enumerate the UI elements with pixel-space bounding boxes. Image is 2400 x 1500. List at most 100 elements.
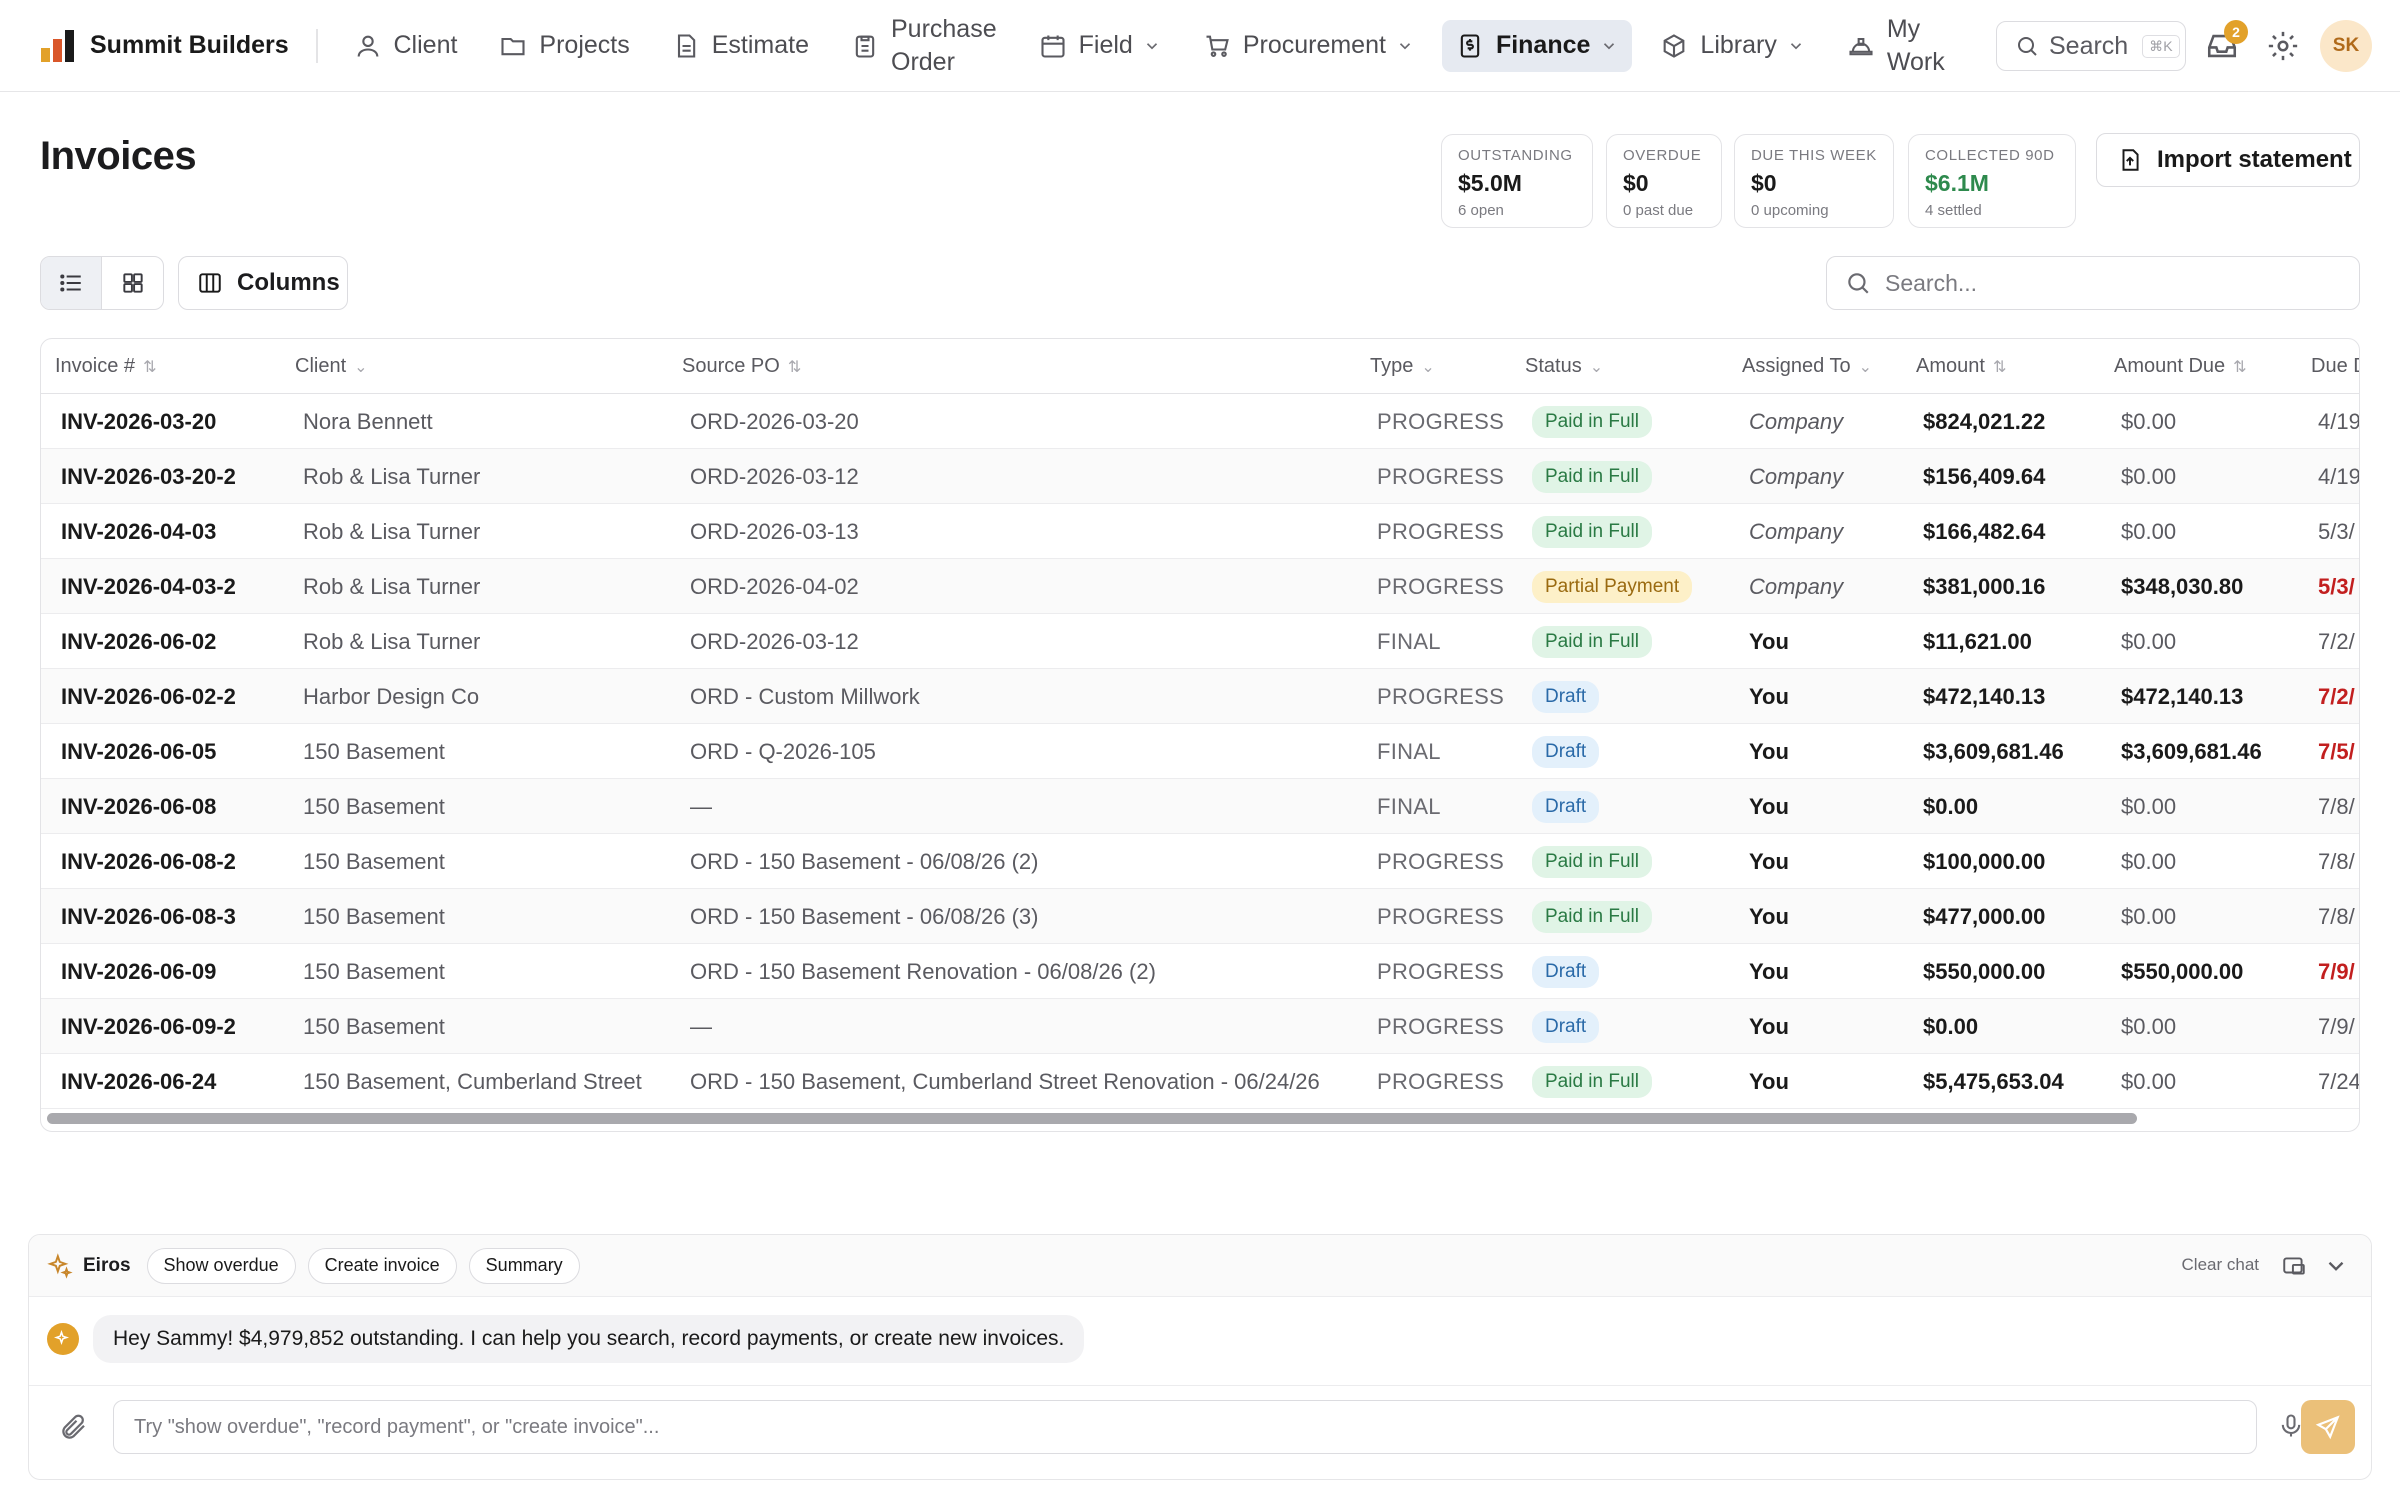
invoice-number[interactable]: INV-2026-06-02	[61, 614, 216, 669]
col-amount-due[interactable]: Amount Due ⇅	[2114, 339, 2247, 394]
amount: $11,621.00	[1923, 628, 2032, 654]
nav-client[interactable]: Client	[340, 20, 472, 72]
invoice-number[interactable]: INV-2026-06-02-2	[61, 669, 236, 724]
chevron-down-icon[interactable]	[2323, 1253, 2349, 1279]
user-avatar[interactable]: SK	[2320, 20, 2372, 72]
import-statement-label: Import statement	[2157, 146, 2352, 173]
table-row[interactable]: INV-2026-03-20 Nora Bennett ORD-2026-03-20…	[41, 394, 2359, 449]
col-source-po[interactable]: Source PO ⇅	[682, 339, 801, 394]
stat-sub: 0 past due	[1623, 202, 1694, 219]
chat-input-bar	[29, 1385, 2371, 1479]
stat-outstanding[interactable]: OUTSTANDING $5.0M 6 open	[1441, 134, 1593, 228]
invoice-number[interactable]: INV-2026-03-20	[61, 394, 216, 449]
nav-estimate[interactable]: Estimate	[658, 20, 823, 72]
amount: $0.00	[1923, 1013, 1979, 1039]
paperclip-icon[interactable]	[59, 1412, 89, 1442]
table-row[interactable]: INV-2026-06-24 150 Basement, Cumberland S…	[41, 1054, 2359, 1109]
nav-my-work[interactable]: My Work	[1833, 15, 1959, 76]
status-badge: Draft	[1532, 735, 1600, 768]
table-row[interactable]: INV-2026-06-02 Rob & Lisa Turner ORD-2026-…	[41, 614, 2359, 669]
col-type[interactable]: Type ⌄	[1370, 339, 1435, 394]
nav-purchase-order[interactable]: Purchase Order	[837, 15, 1011, 76]
col-status[interactable]: Status ⌄	[1525, 339, 1603, 394]
stat-sub: 4 settled	[1925, 202, 1982, 219]
nav-field[interactable]: Field	[1025, 20, 1175, 72]
source-po: ORD-2026-03-13	[690, 518, 859, 544]
table-row[interactable]: INV-2026-06-08-2 150 Basement ORD - 150 Ba…	[41, 834, 2359, 889]
grid-view-button[interactable]	[102, 257, 163, 309]
invoice-type: PROGRESS	[1377, 408, 1505, 434]
amount-due: $0.00	[2121, 848, 2177, 874]
source-po: ORD-2026-03-12	[690, 463, 859, 489]
source-po: ORD-2026-03-20	[690, 408, 859, 434]
columns-button[interactable]: Columns	[178, 256, 348, 310]
sparkle-icon	[47, 1252, 73, 1279]
table-row[interactable]: INV-2026-04-03-2 Rob & Lisa Turner ORD-202…	[41, 559, 2359, 614]
invoice-number[interactable]: INV-2026-06-08	[61, 779, 216, 834]
nav-purchase-order-label: Purchase Order	[891, 13, 997, 79]
list-icon	[60, 274, 81, 292]
chip-summary[interactable]: Summary	[468, 1247, 580, 1284]
stat-collected-90d[interactable]: COLLECTED 90D $6.1M 4 settled	[1908, 134, 2076, 228]
brand[interactable]: Summit Builders	[40, 29, 316, 62]
import-statement-button[interactable]: Import statement	[2096, 133, 2360, 187]
invoice-number[interactable]: INV-2026-06-24	[61, 1054, 216, 1109]
columns-label: Columns	[237, 269, 340, 296]
chat-input[interactable]	[113, 1400, 2257, 1454]
invoice-number[interactable]: INV-2026-06-09	[61, 944, 216, 999]
search-icon	[1848, 273, 1869, 294]
global-search-button[interactable]: Search ⌘K	[1996, 21, 2186, 71]
col-invoice-number[interactable]: Invoice # ⇅	[55, 339, 156, 394]
table-search-input[interactable]	[1885, 269, 2345, 297]
col-amount[interactable]: Amount ⇅	[1916, 339, 2006, 394]
nav-library[interactable]: Library	[1646, 20, 1818, 72]
table-row[interactable]: INV-2026-06-08-3 150 Basement ORD - 150 Ba…	[41, 889, 2359, 944]
popout-icon[interactable]	[2281, 1253, 2307, 1279]
amount-due: $0.00	[2121, 408, 2177, 434]
stat-overdue[interactable]: OVERDUE $0 0 past due	[1606, 134, 1722, 228]
clear-chat-button[interactable]: Clear chat	[2182, 1255, 2259, 1275]
invoice-number[interactable]: INV-2026-04-03	[61, 504, 216, 559]
nav-projects[interactable]: Projects	[485, 20, 643, 72]
table-row[interactable]: INV-2026-03-20-2 Rob & Lisa Turner ORD-202…	[41, 449, 2359, 504]
chip-show-overdue[interactable]: Show overdue	[146, 1247, 296, 1284]
gear-icon[interactable]	[2266, 29, 2300, 63]
table-row[interactable]: INV-2026-04-03 Rob & Lisa Turner ORD-2026-…	[41, 504, 2359, 559]
chevron-down-icon: ⌄	[1421, 358, 1435, 376]
due-date: 7/2/	[2318, 628, 2355, 654]
col-label: Amount Due	[2114, 355, 2226, 377]
nav-finance[interactable]: Finance	[1441, 19, 1633, 72]
invoice-number[interactable]: INV-2026-06-08-2	[61, 834, 236, 889]
list-view-button[interactable]	[41, 257, 103, 309]
invoices-table: Invoice # ⇅ Client ⌄ Source PO ⇅ Type ⌄ Stat…	[40, 338, 2360, 1132]
status-cell: Paid in Full	[1532, 614, 1652, 669]
status-badge: Paid in Full	[1532, 1065, 1652, 1098]
status-badge: Draft	[1532, 790, 1600, 823]
stat-due-this-week[interactable]: DUE THIS WEEK $0 0 upcoming	[1734, 134, 1894, 228]
client-name: 150 Basement, Cumberland Street	[303, 1068, 642, 1094]
invoice-number[interactable]: INV-2026-04-03-2	[61, 559, 236, 614]
due-date: 7/8/	[2318, 903, 2355, 929]
table-row[interactable]: INV-2026-06-05 150 Basement ORD - Q-2026-1…	[41, 724, 2359, 779]
table-row[interactable]: INV-2026-06-08 150 Basement — FINAL Draft You…	[41, 779, 2359, 834]
invoice-number[interactable]: INV-2026-03-20-2	[61, 449, 236, 504]
assigned-to: You	[1749, 793, 1789, 819]
col-due-date[interactable]: Due D	[2311, 339, 2359, 394]
assistant-name: Eiros	[83, 1254, 131, 1276]
table-row[interactable]: INV-2026-06-09 150 Basement ORD - 150 Base…	[41, 944, 2359, 999]
invoice-number[interactable]: INV-2026-06-09-2	[61, 999, 236, 1054]
view-toggle	[40, 256, 164, 310]
assigned-to: You	[1749, 683, 1789, 709]
table-row[interactable]: INV-2026-06-02-2 Harbor Design Co ORD - Cu…	[41, 669, 2359, 724]
send-button[interactable]	[2301, 1400, 2355, 1454]
nav-procurement[interactable]: Procurement	[1189, 20, 1428, 72]
col-client[interactable]: Client ⌄	[295, 339, 368, 394]
assigned-to: You	[1749, 1013, 1789, 1039]
due-date: 5/3/	[2318, 573, 2355, 599]
chip-create-invoice[interactable]: Create invoice	[307, 1247, 457, 1284]
table-row[interactable]: INV-2026-06-09-2 150 Basement — PROGRESS Dra…	[41, 999, 2359, 1054]
horizontal-scrollbar[interactable]	[47, 1113, 2137, 1124]
invoice-number[interactable]: INV-2026-06-08-3	[61, 889, 236, 944]
invoice-number[interactable]: INV-2026-06-05	[61, 724, 216, 779]
col-assigned-to[interactable]: Assigned To ⌄	[1742, 339, 1872, 394]
